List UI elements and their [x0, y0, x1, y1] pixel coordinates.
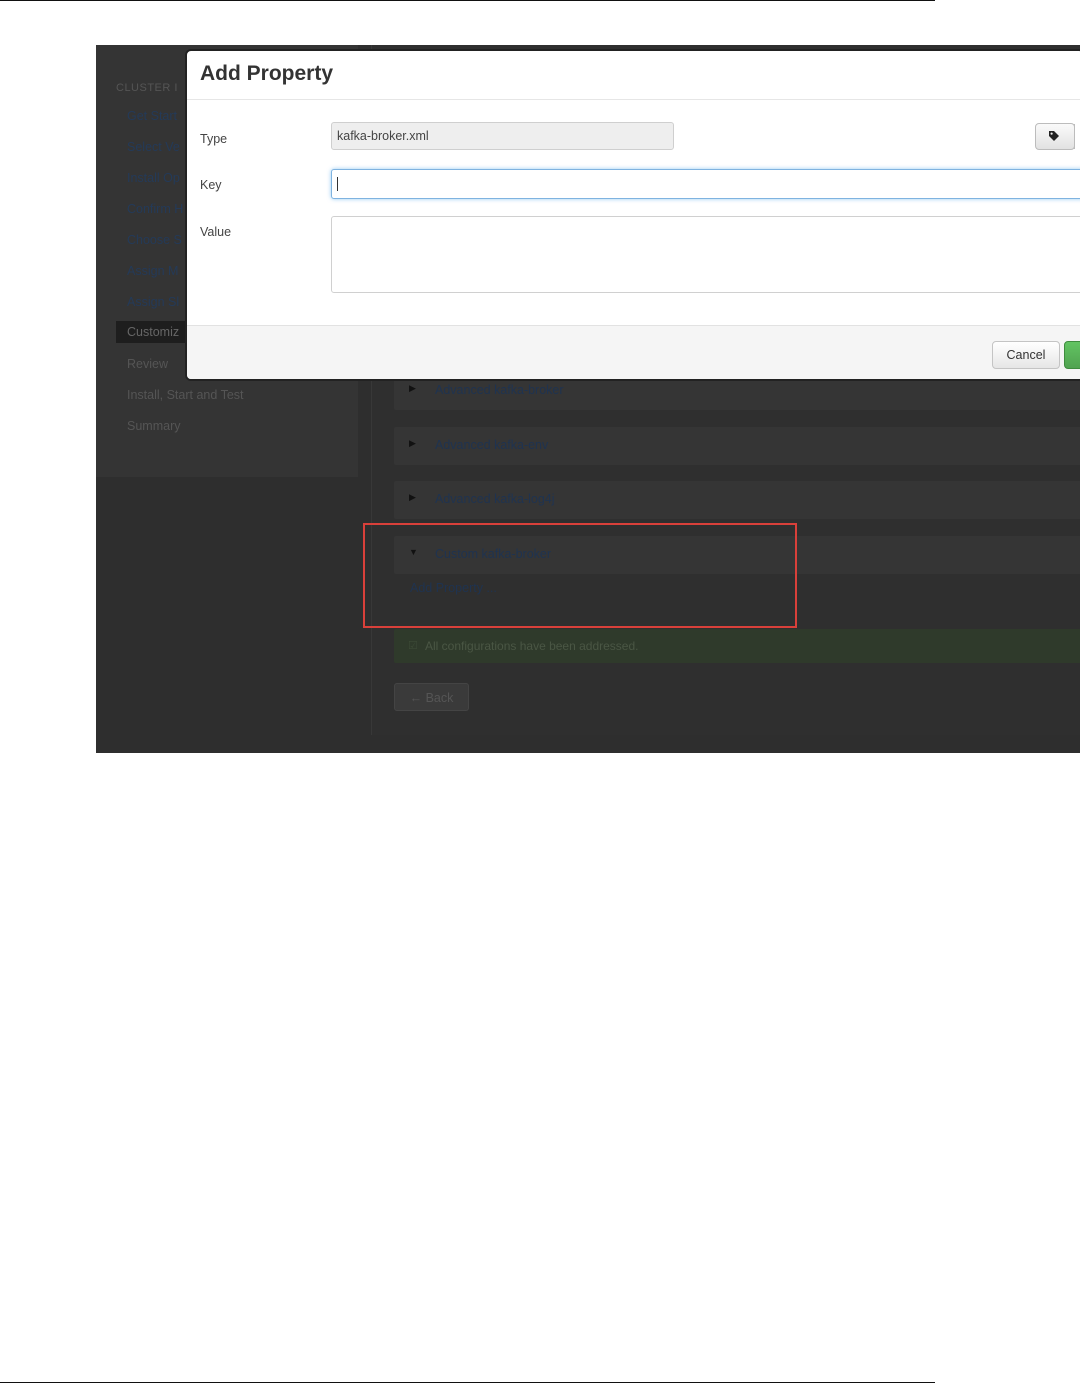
wizard-heading: CLUSTER I — [116, 82, 178, 94]
section-title[interactable]: Advanced kafka-broker — [435, 383, 564, 397]
type-field: kafka-broker.xml — [331, 122, 674, 150]
modal-header: Add Property — [187, 51, 1080, 100]
highlight-box — [363, 523, 797, 628]
key-input[interactable] — [331, 169, 1080, 199]
text-cursor — [337, 177, 338, 191]
value-textarea[interactable] — [331, 216, 1080, 293]
back-button[interactable]: ← Back — [394, 683, 469, 711]
page-bottom-rule — [0, 1382, 935, 1383]
caret-right-icon: ▶ — [409, 492, 416, 502]
section-title[interactable]: Advanced kafka-env — [435, 438, 548, 452]
caret-right-icon: ▶ — [409, 438, 416, 448]
status-alert: ☑ All configurations have been addressed… — [394, 629, 1080, 663]
key-label: Key — [200, 178, 222, 192]
value-label: Value — [200, 225, 232, 239]
button-divider — [1074, 124, 1075, 149]
modal-title: Add Property — [200, 62, 334, 85]
section-advanced-kafka-env[interactable]: ▶ Advanced kafka-env — [394, 427, 1080, 465]
section-advanced-kafka-log4j[interactable]: ▶ Advanced kafka-log4j — [394, 481, 1080, 519]
type-label: Type — [200, 132, 228, 146]
wizard-step-install-start-test: Install, Start and Test — [127, 388, 244, 402]
tag-button[interactable] — [1035, 123, 1075, 150]
add-property-modal: Add Property Type kafka-broker.xml Key V… — [185, 49, 1080, 381]
add-button[interactable] — [1064, 341, 1080, 369]
caret-right-icon: ▶ — [409, 383, 416, 393]
checkbox-icon: ☑ — [408, 640, 418, 652]
alert-message: All configurations have been addressed. — [425, 639, 639, 653]
tag-icon — [1049, 131, 1059, 141]
wizard-step-summary: Summary — [127, 419, 181, 433]
section-title[interactable]: Advanced kafka-log4j — [435, 492, 555, 506]
page-top-rule — [0, 0, 935, 1]
cancel-button[interactable]: Cancel — [992, 341, 1060, 369]
modal-footer — [187, 325, 1080, 379]
screenshot-frame: CLUSTER I Get Start Select Ve Install Op… — [96, 45, 1080, 753]
